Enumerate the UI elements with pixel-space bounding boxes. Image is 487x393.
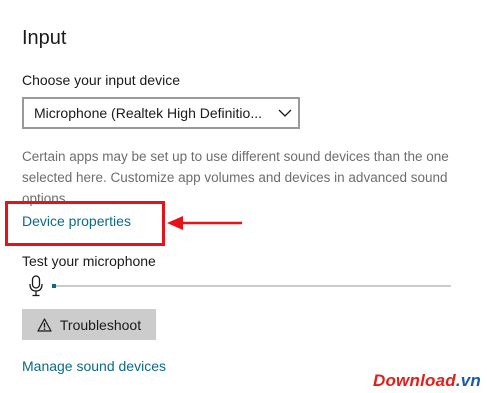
watermark-part1: Download [373, 371, 456, 390]
input-device-label: Choose your input device [22, 72, 180, 88]
chevron-down-icon [272, 99, 298, 127]
microphone-icon [29, 275, 43, 297]
highlight-box [5, 201, 165, 246]
test-microphone-label: Test your microphone [22, 253, 156, 269]
arrow-annotation-icon [167, 216, 242, 230]
input-description: Certain apps may be set up to use differ… [22, 149, 449, 206]
warning-icon [37, 317, 52, 332]
manage-sound-devices-link[interactable]: Manage sound devices [22, 358, 166, 374]
input-device-value: Microphone (Realtek High Definitio... [34, 105, 262, 121]
troubleshoot-label: Troubleshoot [59, 316, 142, 333]
mic-level-meter [52, 284, 451, 288]
watermark-logo: Download.vn [373, 371, 481, 391]
troubleshoot-button[interactable]: Troubleshoot [22, 309, 156, 340]
input-device-select[interactable]: Microphone (Realtek High Definitio... [22, 97, 300, 129]
mic-level-fill [52, 284, 56, 288]
watermark-part2: .vn [455, 371, 481, 390]
section-title: Input [22, 27, 67, 49]
